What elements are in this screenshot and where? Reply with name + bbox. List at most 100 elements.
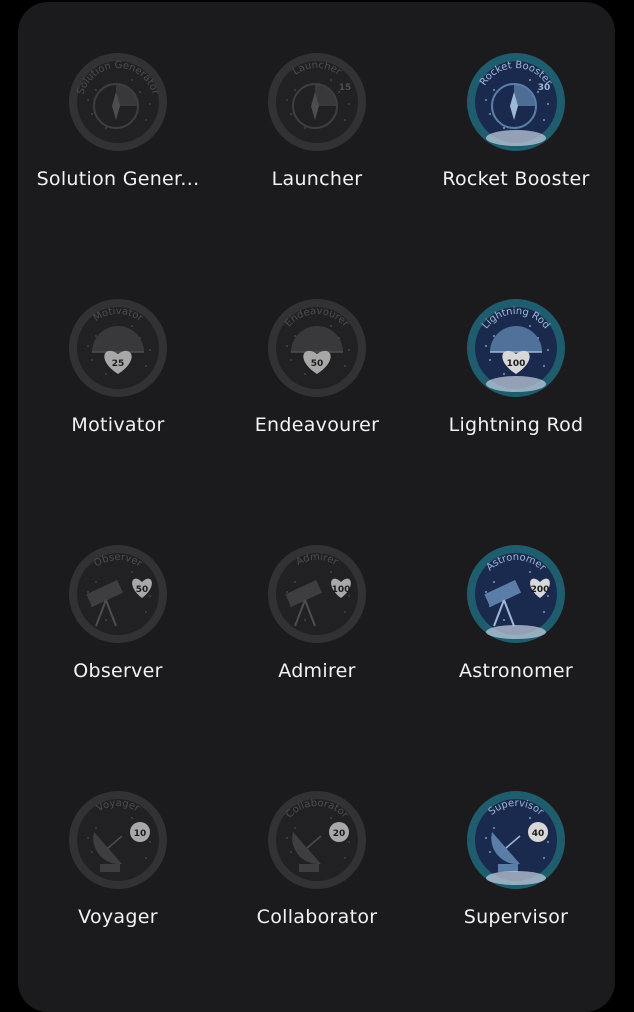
badge-number: 15 (339, 83, 352, 93)
badge-voyager[interactable]: Voyager 10 Voyager (18, 788, 218, 988)
star-dot (286, 345, 288, 347)
star-dot (348, 841, 350, 843)
heart-meter-badge-icon: Motivator25 (69, 299, 167, 397)
badge-lightning-rod[interactable]: Lightning Rod 100 Lightning Rod (416, 296, 616, 496)
star-dot (547, 841, 549, 843)
star-dot (131, 817, 133, 819)
star-dot (485, 99, 487, 101)
badge-number: 25 (112, 359, 125, 369)
star-dot (330, 79, 332, 81)
star-dot (145, 119, 147, 121)
badge-observer[interactable]: Observer 50 Observer (18, 542, 218, 742)
star-dot (145, 611, 147, 613)
star-dot (131, 325, 133, 327)
moon-surface (486, 871, 546, 885)
star-dot (145, 857, 147, 859)
star-dot (139, 91, 141, 93)
dish-base (498, 864, 518, 872)
badge-label: Astronomer (458, 660, 574, 682)
star-dot (485, 837, 487, 839)
badges-panel: Solution Generator Solution Gener... Lau… (18, 2, 615, 1012)
star-dot (489, 851, 491, 853)
badge-label: Solution Gener... (36, 168, 200, 190)
star-dot (105, 619, 107, 621)
star-dot (547, 349, 549, 351)
compass-badge-icon: Launcher15 (268, 53, 366, 151)
badge-label: Endeavourer (254, 414, 380, 436)
star-dot (344, 857, 346, 859)
badge-number: 50 (136, 585, 149, 595)
satellite-dish-badge-icon: Voyager10 (69, 791, 167, 889)
badge-launcher[interactable]: Launcher 15 Launcher (217, 50, 417, 250)
star-dot (105, 127, 107, 129)
heart-meter-badge-icon: Lightning Rod100 (467, 299, 565, 397)
star-dot (503, 127, 505, 129)
badge-rocket-booster[interactable]: Rocket Booster 30 Rocket Booster (416, 50, 616, 250)
star-dot (348, 349, 350, 351)
star-dot (543, 365, 545, 367)
star-dot (91, 851, 93, 853)
badge-label: Collaborator (256, 906, 378, 928)
star-dot (294, 581, 296, 583)
star-dot (529, 571, 531, 573)
badge-number: 100 (507, 359, 526, 369)
star-dot (149, 349, 151, 351)
star-dot (543, 119, 545, 121)
star-dot (489, 359, 491, 361)
badge-label: Motivator (71, 414, 165, 436)
badge-astronomer[interactable]: Astronomer 200 Astronomer (416, 542, 616, 742)
badge-motivator[interactable]: Motivator 25 Motivator (18, 296, 218, 496)
badge-label: Admirer (278, 660, 356, 682)
heart-meter-badge-icon: Endeavourer50 (268, 299, 366, 397)
star-dot (95, 335, 97, 337)
star-dot (91, 359, 93, 361)
star-dot (493, 581, 495, 583)
star-dot (286, 837, 288, 839)
star-dot (87, 99, 89, 101)
moon-surface (486, 130, 546, 146)
star-dot (344, 365, 346, 367)
badge-number: 20 (333, 829, 346, 839)
badge-label: Supervisor (463, 906, 569, 928)
star-dot (493, 89, 495, 91)
badge-solution-generator[interactable]: Solution Generator Solution Gener... (18, 50, 218, 250)
badge-label: Observer (73, 660, 163, 682)
badge-number: 100 (332, 585, 351, 595)
badge-number: 200 (531, 585, 550, 595)
badge-supervisor[interactable]: Supervisor 40 Supervisor (416, 788, 616, 988)
star-dot (304, 127, 306, 129)
star-dot (330, 817, 332, 819)
star-dot (87, 345, 89, 347)
star-dot (529, 325, 531, 327)
star-dot (91, 113, 93, 115)
star-dot (503, 619, 505, 621)
badge-label: Voyager (78, 906, 158, 928)
star-dot (547, 103, 549, 105)
star-dot (131, 571, 133, 573)
badge-number: 10 (134, 829, 147, 839)
badge-number: 30 (538, 83, 551, 93)
star-dot (294, 89, 296, 91)
star-dot (485, 591, 487, 593)
star-dot (290, 851, 292, 853)
star-dot (543, 857, 545, 859)
satellite-dish-badge-icon: Supervisor40 (467, 791, 565, 889)
star-dot (131, 79, 133, 81)
compass-badge-icon: Solution Generator (69, 53, 167, 151)
star-dot (149, 841, 151, 843)
star-dot (348, 595, 350, 597)
badge-number: 40 (532, 829, 545, 839)
star-dot (87, 837, 89, 839)
badge-admirer[interactable]: Admirer 100 Admirer (217, 542, 417, 742)
badge-endeavourer[interactable]: Endeavourer 50 Endeavourer (217, 296, 417, 496)
star-dot (547, 595, 549, 597)
star-dot (493, 335, 495, 337)
badge-collaborator[interactable]: Collaborator 20 Collaborator (217, 788, 417, 988)
star-dot (304, 619, 306, 621)
star-dot (149, 103, 151, 105)
star-dot (493, 827, 495, 829)
star-dot (485, 345, 487, 347)
compass-badge-icon: Rocket Booster30 (467, 53, 565, 151)
star-dot (149, 595, 151, 597)
star-dot (348, 103, 350, 105)
